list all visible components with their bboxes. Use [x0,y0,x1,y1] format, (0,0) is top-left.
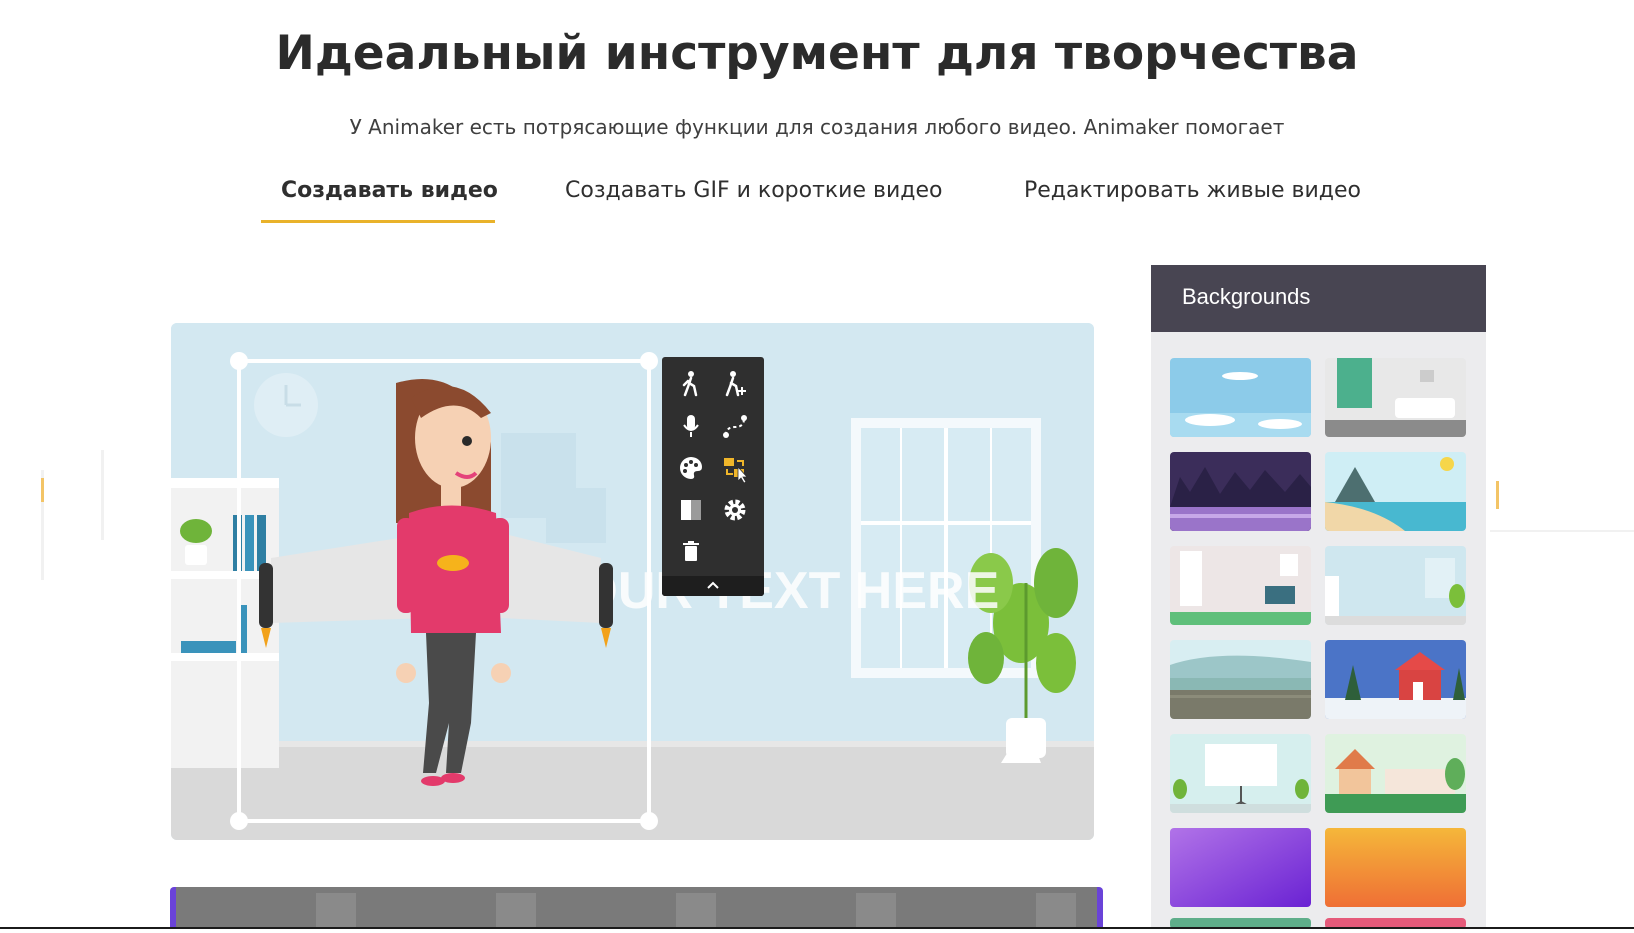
background-thumbnail-lake[interactable] [1170,640,1311,719]
background-thumbnail-sky[interactable] [1170,358,1311,437]
active-tab-indicator [261,220,495,223]
decor-line [41,478,44,502]
toolbar-collapse-button[interactable] [662,576,764,596]
background-thumbnail-winter-house[interactable] [1325,640,1466,719]
page-title: Идеальный инструмент для творчества [275,26,1359,81]
tab-edit-live-video[interactable]: Редактировать живые видео [1024,178,1361,203]
palette-icon[interactable] [676,453,706,483]
decor-line [101,450,104,540]
background-thumbnail-beach[interactable] [1325,452,1466,531]
decor-line [1496,481,1499,509]
gear-icon[interactable] [720,495,750,525]
walk-icon[interactable] [676,369,706,399]
timeline-frames [176,887,1097,929]
tab-create-gif[interactable]: Создавать GIF и короткие видео [565,178,942,203]
path-icon[interactable] [720,411,750,441]
walk-add-icon[interactable] [720,369,750,399]
background-thumbnail-night-city[interactable] [1170,452,1311,531]
item-toolbar [662,357,764,596]
background-thumbnail-room-blue[interactable] [1325,546,1466,625]
background-thumbnail-garden[interactable] [1325,734,1466,813]
chevron-up-icon [707,581,719,589]
page-subtitle: У Animaker есть потрясающие функции для … [349,115,1285,139]
background-thumbnail-presentation-room[interactable] [1170,734,1311,813]
background-thumbnail-room-green[interactable] [1170,546,1311,625]
backgrounds-panel-title: Backgrounds [1182,284,1311,309]
swap-icon[interactable] [720,453,750,483]
background-thumbnail-gradient-orange[interactable] [1325,828,1466,907]
timeline-strip[interactable] [170,887,1103,929]
scene-illustration: YOUR TEXT HERE [171,323,1094,840]
contrast-icon[interactable] [676,495,706,525]
decor-line [1490,530,1634,532]
editor-canvas[interactable]: YOUR TEXT HERE [171,323,1094,840]
background-thumbnail-living-room[interactable] [1325,358,1466,437]
feature-tabs: Создавать видео Создавать GIF и короткие… [0,178,1634,228]
background-thumbnail-gradient-purple[interactable] [1170,828,1311,907]
tab-create-video[interactable]: Создавать видео [281,178,498,203]
mic-icon[interactable] [676,411,706,441]
trash-icon[interactable] [676,537,706,567]
